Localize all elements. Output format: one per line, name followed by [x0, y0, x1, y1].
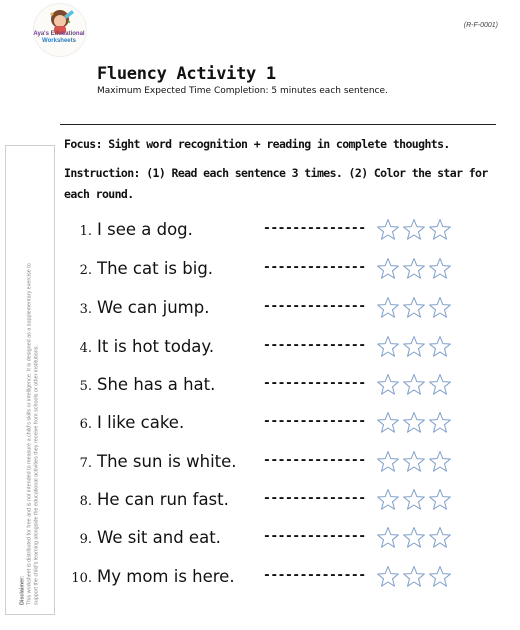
star-icon[interactable] — [376, 565, 400, 589]
star-icon[interactable] — [402, 488, 426, 512]
sentence-number: 6. — [79, 417, 92, 432]
star-icon[interactable] — [402, 257, 426, 281]
sentence-row: 9. We sit and eat. -------------- — [0, 526, 520, 558]
sentence-row: 7. The sun is white. -------------- — [0, 450, 520, 482]
sentence-number: 4. — [79, 341, 92, 356]
star-icon[interactable] — [376, 296, 400, 320]
star-icon[interactable] — [376, 257, 400, 281]
sentence-number: 5. — [79, 379, 92, 394]
logo-line-2: Worksheets — [42, 37, 76, 44]
sentence-row: 10. My mom is here. -------------- — [0, 565, 520, 597]
star-group — [376, 257, 456, 281]
sentence-number: 1. — [79, 224, 92, 239]
star-icon[interactable] — [376, 526, 400, 550]
instruction-text: Instruction: (1) Read each sentence 3 ti… — [64, 166, 488, 201]
sentence-text: It is hot today. — [97, 337, 215, 356]
star-group — [376, 488, 456, 512]
sentence-row: 3. We can jump. -------------- — [0, 296, 520, 328]
logo-line-1: Aya's Educational — [33, 31, 85, 37]
sentence-number: 10. — [71, 571, 92, 586]
star-icon[interactable] — [428, 218, 452, 242]
star-icon[interactable] — [428, 565, 452, 589]
page-subtitle: Maximum Expected Time Completion: 5 minu… — [97, 86, 388, 96]
sentence-number: 9. — [79, 532, 92, 547]
star-icon[interactable] — [402, 450, 426, 474]
sentence-text: He can run fast. — [97, 490, 229, 509]
star-icon[interactable] — [428, 411, 452, 435]
sentence-number: 3. — [79, 302, 92, 317]
dash-line: -------------- — [263, 299, 366, 314]
sentence-text: I see a dog. — [97, 220, 193, 239]
star-icon[interactable] — [376, 411, 400, 435]
logo-illustration — [50, 10, 74, 34]
sentence-row: 4. It is hot today. -------------- — [0, 335, 520, 367]
sentence-number: 2. — [79, 263, 92, 278]
dash-line: -------------- — [263, 414, 366, 429]
star-icon[interactable] — [376, 488, 400, 512]
dash-line: -------------- — [263, 260, 366, 275]
star-icon[interactable] — [428, 373, 452, 397]
star-icon[interactable] — [376, 218, 400, 242]
focus-text: Focus: Sight word recognition + reading … — [64, 137, 450, 151]
sentence-number: 8. — [79, 494, 92, 509]
sentence-row: 6. I like cake. -------------- — [0, 411, 520, 443]
star-group — [376, 565, 456, 589]
dash-line: -------------- — [263, 491, 366, 506]
sentence-row: 5. She has a hat. -------------- — [0, 373, 520, 405]
star-icon[interactable] — [402, 335, 426, 359]
sentence-text: We sit and eat. — [97, 528, 221, 547]
sentence-row: 1. I see a dog. -------------- — [0, 218, 520, 250]
star-icon[interactable] — [428, 335, 452, 359]
sentence-text: The sun is white. — [97, 452, 237, 471]
star-icon[interactable] — [428, 450, 452, 474]
star-group — [376, 450, 456, 474]
worksheet-code: (R-F-0001) — [463, 22, 498, 29]
logo-text: Aya's Educational Worksheets — [27, 31, 91, 44]
sentence-text: She has a hat. — [97, 375, 216, 394]
brand-logo — [33, 3, 87, 57]
dash-line: -------------- — [263, 529, 366, 544]
star-icon[interactable] — [376, 335, 400, 359]
star-icon[interactable] — [402, 373, 426, 397]
star-icon[interactable] — [402, 565, 426, 589]
star-group — [376, 335, 456, 359]
sentence-row: 2. The cat is big. -------------- — [0, 257, 520, 289]
sentence-text: The cat is big. — [97, 259, 214, 278]
dash-line: -------------- — [263, 453, 366, 468]
star-icon[interactable] — [428, 488, 452, 512]
star-icon[interactable] — [402, 296, 426, 320]
star-icon[interactable] — [402, 411, 426, 435]
star-group — [376, 373, 456, 397]
star-icon[interactable] — [376, 450, 400, 474]
page-title: Fluency Activity 1 — [97, 64, 276, 84]
dash-line: -------------- — [263, 376, 366, 391]
star-group — [376, 296, 456, 320]
star-icon[interactable] — [376, 373, 400, 397]
sentence-number: 7. — [79, 456, 92, 471]
dash-line: -------------- — [263, 338, 366, 353]
star-icon[interactable] — [402, 526, 426, 550]
star-group — [376, 411, 456, 435]
star-icon[interactable] — [428, 257, 452, 281]
dash-line: -------------- — [263, 221, 366, 236]
sentence-text: I like cake. — [97, 413, 185, 432]
star-icon[interactable] — [428, 526, 452, 550]
star-group — [376, 526, 456, 550]
sentence-row: 8. He can run fast. -------------- — [0, 488, 520, 520]
star-icon[interactable] — [428, 296, 452, 320]
star-icon[interactable] — [402, 218, 426, 242]
sentence-text: My mom is here. — [97, 567, 235, 586]
star-group — [376, 218, 456, 242]
sentence-text: We can jump. — [97, 298, 210, 317]
divider — [60, 124, 496, 125]
dash-line: -------------- — [263, 568, 366, 583]
